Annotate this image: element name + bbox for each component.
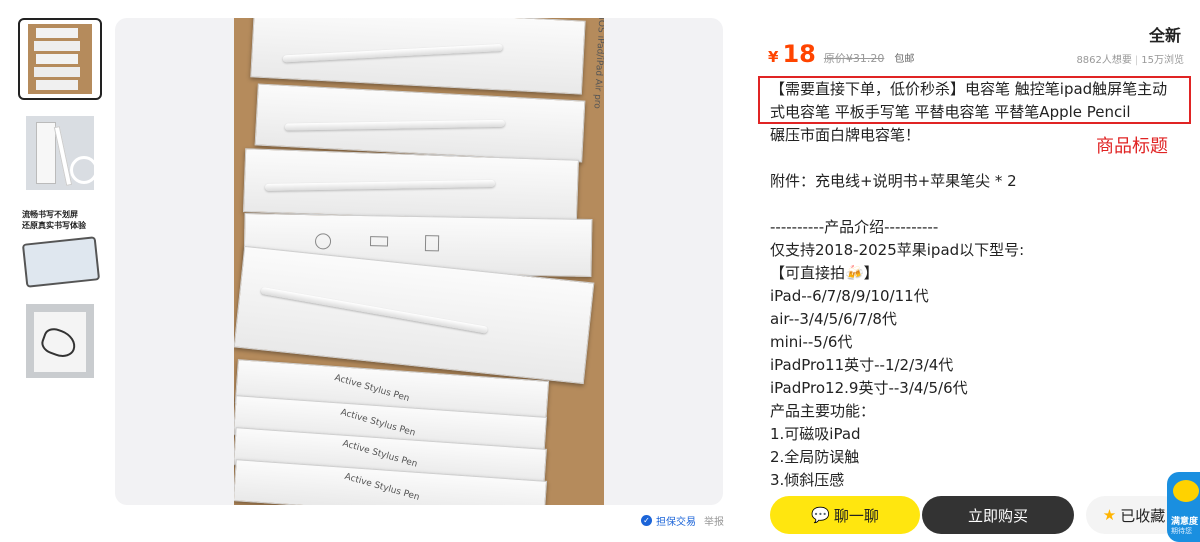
thumbnail-1[interactable] bbox=[18, 18, 102, 100]
currency-symbol: ¥ bbox=[768, 48, 779, 66]
thumb-caption-2: 还原真实书写体验 bbox=[22, 221, 86, 230]
chat-label: 聊一聊 bbox=[833, 506, 879, 525]
shipping-tag: 包邮 bbox=[894, 54, 915, 65]
star-icon: ★ bbox=[1102, 506, 1117, 524]
price-row: ¥ 18 原价¥31.20 包邮 bbox=[768, 40, 914, 68]
condition-badge: 全新 bbox=[1149, 26, 1182, 45]
chat-button[interactable]: 💬 聊一聊 bbox=[770, 496, 920, 534]
price-value: 18 bbox=[782, 40, 816, 68]
box-front-text-1: Active Stylus Pen bbox=[333, 373, 411, 405]
satisfaction-survey-widget[interactable]: 满意度 期待您 bbox=[1167, 472, 1200, 542]
listing-stats: 8862人想要 | 15万浏览 bbox=[1076, 55, 1184, 66]
title-annotation: 商品标题 bbox=[1096, 136, 1168, 157]
thumbnail-3[interactable]: 流畅书写不划屏 还原真实书写体验 bbox=[18, 206, 102, 288]
thumbnail-4[interactable] bbox=[18, 300, 102, 382]
box-spine-text: for iOS iPad/iPad Air pro bbox=[591, 18, 604, 110]
buy-now-button[interactable]: 立即购买 bbox=[922, 496, 1074, 534]
guarantee-link[interactable]: ✓ 担保交易 bbox=[641, 513, 696, 528]
chat-icon: 💬 bbox=[811, 506, 830, 524]
box-front-text-3: Active Stylus Pen bbox=[341, 438, 419, 470]
product-photo: for iOS iPad/iPad Air pro Active Stylus … bbox=[234, 18, 604, 505]
thumbnail-2[interactable] bbox=[18, 112, 102, 194]
wants-count: 8862人想要 bbox=[1076, 55, 1132, 66]
title-highlight-box bbox=[758, 76, 1191, 124]
thumb-caption-1: 流畅书写不划屏 bbox=[22, 210, 78, 219]
mascot-icon bbox=[1173, 480, 1199, 502]
views-count: 15万浏览 bbox=[1141, 55, 1184, 66]
original-price: 原价¥31.20 bbox=[823, 52, 885, 65]
buy-label: 立即购买 bbox=[967, 506, 1028, 525]
guarantee-label: 担保交易 bbox=[656, 517, 696, 528]
main-product-image[interactable]: for iOS iPad/iPad Air pro Active Stylus … bbox=[115, 18, 723, 505]
box-front-text-2: Active Stylus Pen bbox=[339, 407, 417, 439]
shield-icon: ✓ bbox=[641, 515, 652, 526]
favorite-label: 已收藏 bbox=[1120, 506, 1166, 525]
mascot-text-2: 期待您 bbox=[1171, 527, 1192, 535]
report-link[interactable]: 举报 bbox=[704, 513, 724, 528]
box-front-text-4: Active Stylus Pen bbox=[343, 471, 421, 503]
